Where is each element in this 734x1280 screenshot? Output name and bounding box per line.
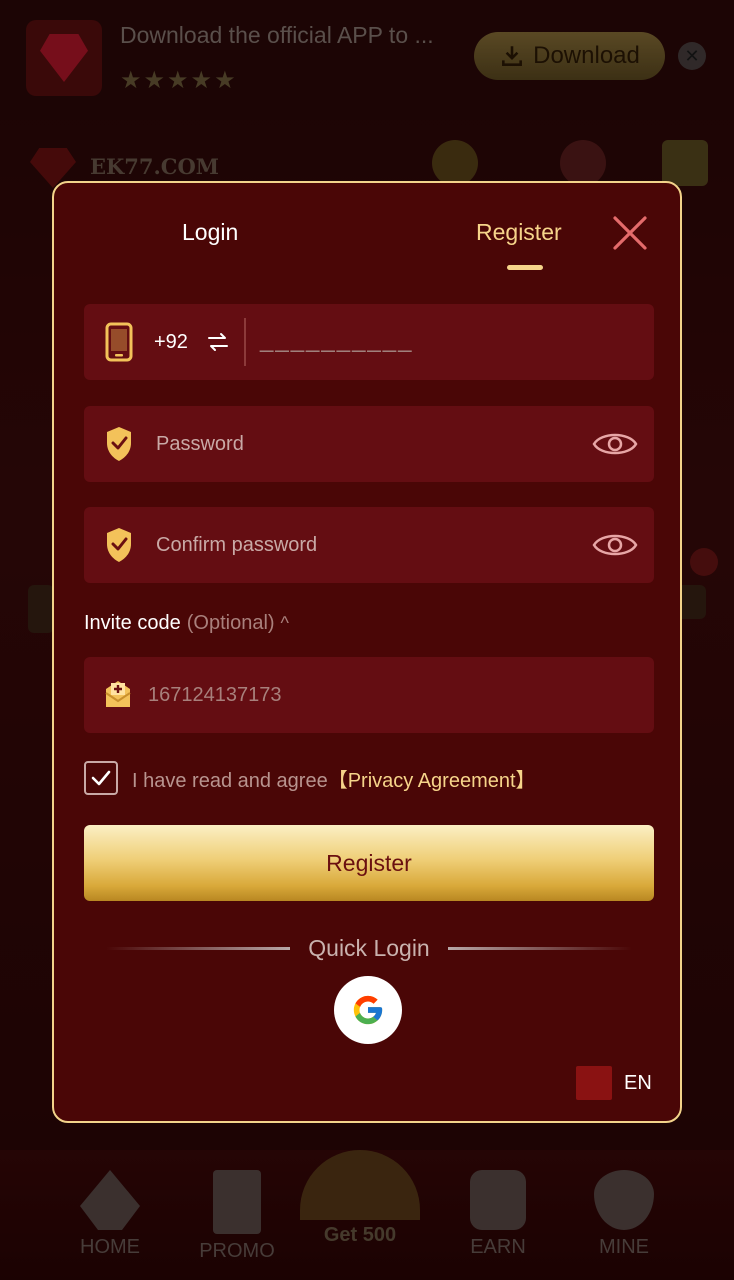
register-button[interactable]: Register bbox=[84, 825, 654, 901]
confirm-password-input[interactable]: Confirm password bbox=[156, 534, 317, 557]
register-modal: Login Register +92 __________ Password C… bbox=[52, 181, 682, 1123]
divider-line bbox=[106, 946, 291, 950]
active-tab-indicator bbox=[507, 265, 543, 270]
agreement-row: I have read and agree【Privacy Agreement】 bbox=[84, 761, 536, 795]
agreement-text: I have read and agree bbox=[132, 769, 328, 792]
invite-code-toggle[interactable]: Invite code (Optional) ^ bbox=[84, 612, 289, 635]
chevron-up-icon: ^ bbox=[280, 613, 289, 633]
field-divider bbox=[244, 318, 246, 366]
country-code[interactable]: +92 bbox=[154, 331, 188, 354]
invite-code-input[interactable]: 167124137173 bbox=[148, 684, 281, 707]
google-icon bbox=[353, 995, 383, 1025]
privacy-agreement-link[interactable]: 【Privacy Agreement】 bbox=[328, 770, 536, 792]
tab-register[interactable]: Register bbox=[476, 219, 562, 246]
phone-icon bbox=[105, 322, 133, 362]
divider-line bbox=[447, 946, 632, 950]
password-input[interactable]: Password bbox=[156, 433, 244, 456]
eye-icon[interactable] bbox=[592, 426, 638, 462]
envelope-plus-icon bbox=[105, 681, 131, 707]
shield-check-icon bbox=[107, 528, 131, 562]
language-code: EN bbox=[624, 1071, 652, 1094]
language-selector[interactable]: EN bbox=[576, 1066, 652, 1100]
google-login-button[interactable] bbox=[334, 976, 402, 1044]
invite-optional-label: (Optional) bbox=[186, 612, 275, 634]
flag-icon bbox=[576, 1066, 612, 1100]
invite-code-label: Invite code bbox=[84, 612, 181, 634]
confirm-password-field[interactable]: Confirm password bbox=[84, 507, 654, 583]
close-icon[interactable] bbox=[610, 213, 650, 253]
shield-check-icon bbox=[107, 427, 131, 461]
tab-login[interactable]: Login bbox=[182, 219, 238, 246]
agreement-checkbox[interactable] bbox=[84, 761, 118, 795]
phone-field[interactable]: +92 __________ bbox=[84, 304, 654, 380]
quick-login-label: Quick Login bbox=[308, 934, 430, 961]
swap-arrows-icon[interactable] bbox=[206, 330, 230, 354]
password-field[interactable]: Password bbox=[84, 406, 654, 482]
phone-input[interactable]: __________ bbox=[260, 326, 413, 354]
eye-icon[interactable] bbox=[592, 527, 638, 563]
quick-login-divider: Quick Login bbox=[84, 933, 654, 963]
invite-code-field[interactable]: 167124137173 bbox=[84, 657, 654, 733]
check-icon bbox=[91, 770, 111, 786]
